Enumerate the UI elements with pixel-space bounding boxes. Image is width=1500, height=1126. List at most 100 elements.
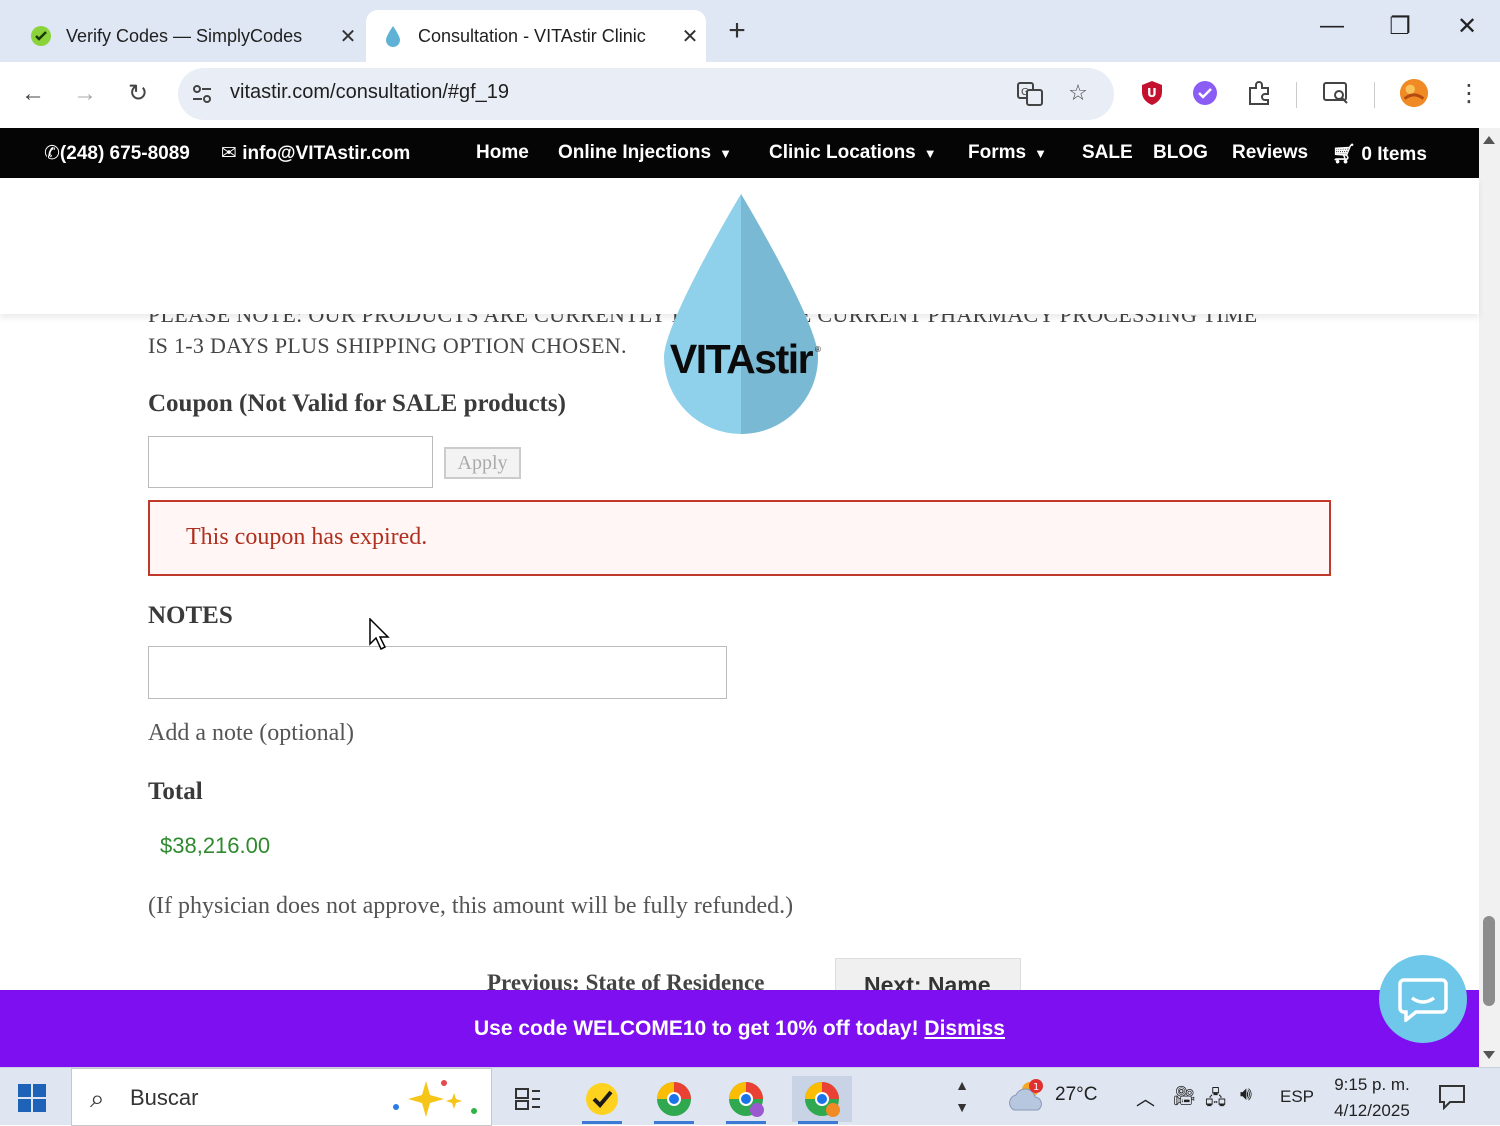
- chevron-down-icon: ▼: [1034, 146, 1047, 161]
- weather-temperature: 27°C: [1055, 1084, 1098, 1105]
- apply-coupon-button[interactable]: Apply: [444, 447, 521, 479]
- chat-widget-button[interactable]: [1379, 955, 1467, 1043]
- profile-avatar[interactable]: [1399, 78, 1429, 108]
- error-text: This coupon has expired.: [186, 524, 428, 550]
- taskbar-scroll-arrows[interactable]: ▲ ▼: [950, 1074, 974, 1118]
- windows-taskbar: ⌕ Buscar ▲ ▼ 1 27°C ︿ 🎥︎ 🖧 🔊︎ ESP 9:15 p.…: [0, 1067, 1500, 1126]
- site-top-navigation: ✆(248) 675-8089 ✉ info@VITAstir.com Home…: [0, 128, 1479, 178]
- phone-link[interactable]: ✆(248) 675-8089: [44, 142, 190, 165]
- cart-icon: 🛒︎: [1332, 144, 1357, 165]
- new-tab-button[interactable]: +: [722, 14, 752, 48]
- nav-online-injections[interactable]: Online Injections ▼: [558, 142, 732, 164]
- nav-blog[interactable]: BLOG: [1153, 142, 1208, 164]
- tab-close-icon[interactable]: ✕: [332, 24, 364, 49]
- tab-search-icon[interactable]: [1321, 78, 1351, 108]
- norton-app-icon[interactable]: [576, 1076, 628, 1124]
- coupon-label: Coupon (Not Valid for SALE products): [148, 390, 566, 417]
- language-indicator[interactable]: ESP: [1280, 1087, 1314, 1107]
- bookmark-star-icon[interactable]: ☆: [1064, 80, 1092, 108]
- svg-text:G: G: [1021, 87, 1029, 98]
- chrome-active-app-icon[interactable]: [792, 1076, 852, 1124]
- total-amount: $38,216.00: [160, 833, 271, 858]
- toolbar-divider: [1374, 82, 1375, 108]
- coupon-error-message: This coupon has expired.: [148, 500, 1331, 576]
- nav-sale[interactable]: SALE: [1082, 142, 1133, 164]
- processing-notice-line: IS 1-3 DAYS PLUS SHIPPING OPTION CHOSEN.: [148, 333, 627, 358]
- chat-bubble-icon: [1398, 978, 1448, 1022]
- notes-hint: Add a note (optional): [148, 720, 354, 746]
- envelope-icon: ✉: [221, 143, 237, 164]
- windows-start-icon[interactable]: [18, 1084, 46, 1112]
- network-icon[interactable]: 🖧: [1205, 1084, 1226, 1116]
- close-window-icon[interactable]: ✕: [1447, 12, 1487, 41]
- mouse-cursor-icon: [369, 617, 391, 655]
- nav-cart[interactable]: 🛒︎ 0 Items: [1332, 142, 1427, 166]
- next-button[interactable]: Next: Name: [835, 958, 1021, 990]
- svg-text:®: ®: [815, 345, 821, 354]
- clock-time: 9:15 p. m.: [1334, 1075, 1410, 1094]
- promo-banner: Use code WELCOME10 to get 10% off today!…: [0, 990, 1479, 1067]
- promo-text: Use code WELCOME10 to get 10% off today!: [474, 1017, 919, 1040]
- nav-forms[interactable]: Forms ▼: [968, 142, 1047, 164]
- page-scrollbar[interactable]: [1479, 128, 1500, 1067]
- vitastir-logo[interactable]: VITAstir ®: [660, 192, 822, 436]
- browser-tab-strip: Verify Codes — SimplyCodes ✕ Consultatio…: [0, 0, 1500, 62]
- translate-icon[interactable]: G: [1016, 80, 1044, 108]
- email-link[interactable]: ✉ info@VITAstir.com: [221, 142, 410, 165]
- reload-icon[interactable]: ↻: [121, 78, 155, 112]
- total-label: Total: [148, 778, 203, 805]
- tab-simplycodes[interactable]: Verify Codes — SimplyCodes ✕: [14, 10, 364, 62]
- nav-home[interactable]: Home: [476, 142, 529, 164]
- scroll-thumb[interactable]: [1483, 916, 1495, 1006]
- chevron-down-icon: ▼: [923, 146, 937, 161]
- show-hidden-icons-icon[interactable]: ︿: [1136, 1084, 1155, 1111]
- tab-title: Consultation - VITAstir Clinic: [418, 25, 646, 46]
- weather-badge: 1: [1033, 1082, 1039, 1093]
- address-bar[interactable]: vitastir.com/consultation/#gf_19 G ☆: [178, 68, 1114, 120]
- svg-text:U: U: [1147, 86, 1157, 100]
- taskbar-search[interactable]: ⌕ Buscar: [71, 1068, 492, 1126]
- chrome-app-icon[interactable]: [648, 1076, 700, 1124]
- url-text: vitastir.com/consultation/#gf_19: [230, 81, 510, 103]
- vitastir-favicon-icon: [382, 25, 404, 47]
- dismiss-link[interactable]: Dismiss: [924, 1017, 1005, 1040]
- system-clock[interactable]: 9:15 p. m. 4/12/2025: [1330, 1072, 1414, 1124]
- tab-close-icon[interactable]: ✕: [674, 24, 706, 49]
- extensions-puzzle-icon[interactable]: [1244, 78, 1274, 108]
- ublock-extension-icon[interactable]: U: [1137, 78, 1167, 108]
- scroll-up-icon[interactable]: [1483, 136, 1495, 144]
- notes-input[interactable]: [148, 646, 727, 699]
- coupon-input[interactable]: [148, 436, 433, 488]
- volume-icon[interactable]: 🔊︎: [1240, 1084, 1252, 1106]
- chevron-down-icon: ▼: [719, 146, 732, 161]
- site-info-icon[interactable]: [190, 82, 214, 106]
- clock-date: 4/12/2025: [1334, 1101, 1410, 1120]
- browser-toolbar: ← → ↻ vitastir.com/consultation/#gf_19 G…: [0, 62, 1500, 128]
- notes-label: NOTES: [148, 602, 233, 629]
- restore-icon[interactable]: ❐: [1380, 12, 1420, 41]
- back-icon[interactable]: ←: [16, 78, 50, 112]
- chrome-profile-app-icon[interactable]: [720, 1076, 772, 1124]
- search-placeholder: Buscar: [130, 1085, 199, 1110]
- search-icon: ⌕: [90, 1083, 105, 1113]
- simplycodes-favicon-icon: [30, 25, 52, 47]
- sparkle-highlight-icon: [393, 1080, 477, 1117]
- meet-icon[interactable]: 🎥︎: [1172, 1084, 1196, 1108]
- simplycodes-extension-icon[interactable]: [1190, 78, 1220, 108]
- weather-icon[interactable]: 1: [1008, 1078, 1048, 1119]
- task-view-icon[interactable]: [502, 1076, 554, 1122]
- tab-title: Verify Codes — SimplyCodes: [66, 25, 303, 46]
- forward-icon[interactable]: →: [68, 78, 102, 112]
- scroll-down-icon[interactable]: [1483, 1051, 1495, 1059]
- nav-clinic-locations[interactable]: Clinic Locations ▼: [769, 142, 937, 164]
- tab-vitastir[interactable]: Consultation - VITAstir Clinic ✕: [366, 10, 706, 62]
- refund-note: (If physician does not approve, this amo…: [148, 893, 794, 919]
- browser-menu-icon[interactable]: ⋮: [1454, 78, 1484, 108]
- phone-icon: ✆: [44, 143, 60, 164]
- minimize-icon[interactable]: —: [1312, 12, 1352, 40]
- previous-button[interactable]: Previous: State of Residence: [487, 970, 764, 990]
- logo-text: VITAstir: [670, 336, 814, 382]
- toolbar-divider: [1296, 82, 1297, 108]
- nav-reviews[interactable]: Reviews: [1232, 142, 1308, 164]
- notifications-icon[interactable]: [1438, 1084, 1466, 1115]
